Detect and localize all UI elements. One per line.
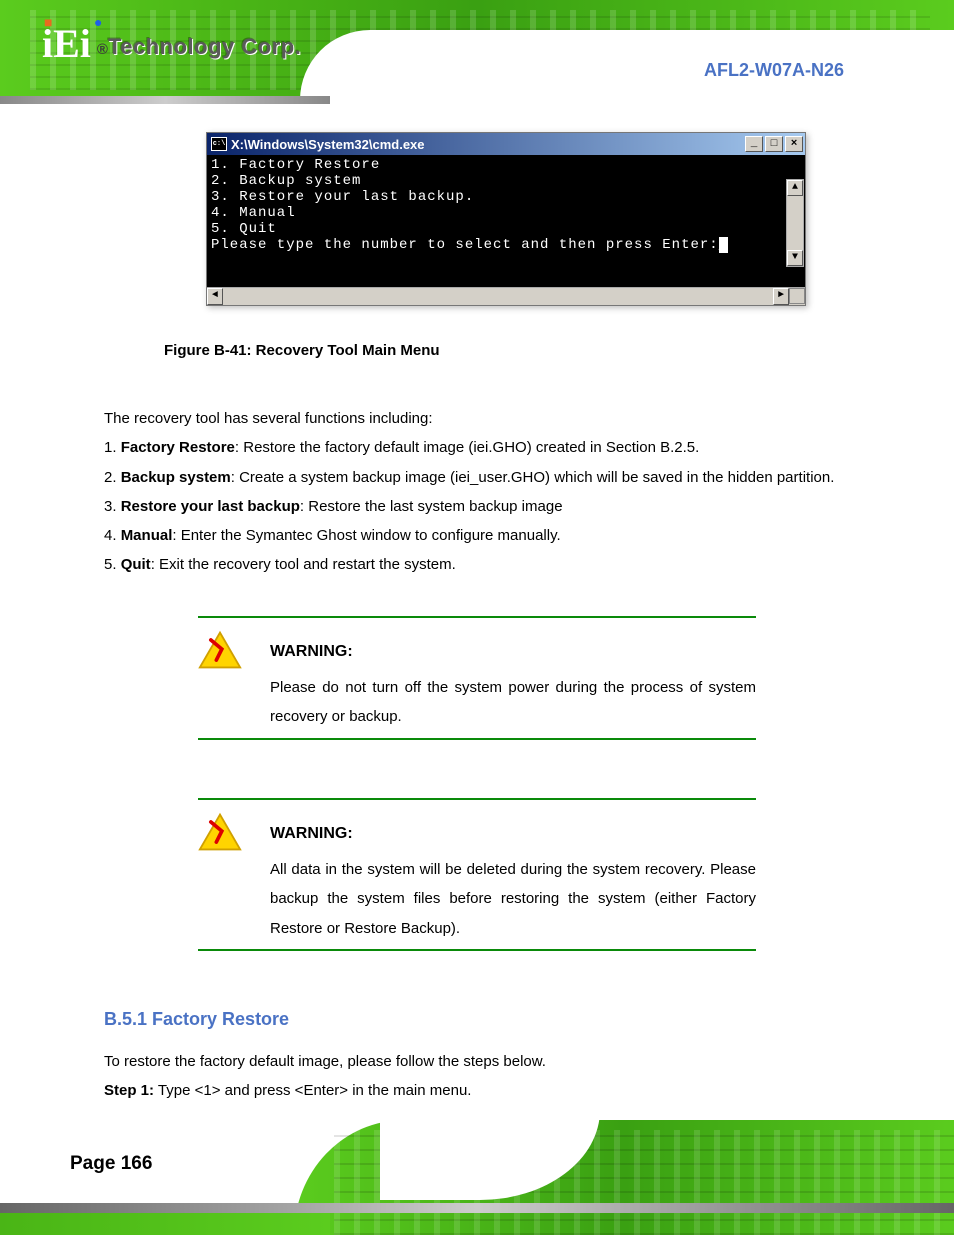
header-band — [0, 96, 330, 104]
cmd-output: 1. Factory Restore 2. Backup system 3. R… — [207, 155, 805, 287]
maximize-button[interactable]: □ — [765, 136, 783, 152]
minimize-button[interactable]: _ — [745, 136, 763, 152]
section-body: To restore the factory default image, pl… — [104, 1047, 844, 1076]
factory-restore-section: B.5.1 Factory Restore To restore the fac… — [104, 1002, 844, 1106]
warning-title: WARNING: — [270, 818, 756, 849]
warning-icon — [198, 630, 242, 670]
warning-icon — [198, 812, 242, 852]
scroll-down-icon[interactable]: ▼ — [787, 250, 803, 266]
cmd-titlebar: c:\ X:\Windows\System32\cmd.exe _ □ × — [207, 133, 805, 155]
horizontal-scrollbar[interactable]: ◄ ► — [207, 287, 805, 305]
scroll-up-icon[interactable]: ▲ — [787, 180, 803, 196]
list-item: 1. Factory Restore: Restore the factory … — [104, 433, 844, 462]
list-item: 2. Backup system: Create a system backup… — [104, 463, 844, 492]
warning-box-2: WARNING: All data in the system will be … — [198, 798, 756, 951]
warning-text: All data in the system will be deleted d… — [270, 855, 756, 943]
warning-box-1: WARNING: Please do not turn off the syst… — [198, 616, 756, 740]
vertical-scrollbar[interactable]: ▲ ▼ — [786, 179, 804, 267]
page-number: Page 166 — [70, 1153, 152, 1175]
list-item: 3. Restore your last backup: Restore the… — [104, 492, 844, 521]
logo-icon: ■●iEi — [42, 28, 91, 60]
intro-text: The recovery tool has several functions … — [104, 404, 844, 433]
cmd-title: X:\Windows\System32\cmd.exe — [231, 137, 743, 152]
brand-text: ®Technology Corp. — [97, 34, 301, 60]
footer-band — [0, 1203, 954, 1213]
step-line: Step 1: Type <1> and press <Enter> in th… — [104, 1076, 844, 1105]
list-item: 4. Manual: Enter the Symantec Ghost wind… — [104, 521, 844, 550]
cmd-window: c:\ X:\Windows\System32\cmd.exe _ □ × 1.… — [206, 132, 806, 306]
product-title: AFL2-W07A-N26 — [704, 60, 844, 81]
warning-title: WARNING: — [270, 636, 756, 667]
brand-block: ■●iEi ®Technology Corp. — [42, 28, 301, 60]
scroll-left-icon[interactable]: ◄ — [207, 288, 223, 305]
divider — [198, 738, 756, 740]
close-button[interactable]: × — [785, 136, 803, 152]
resize-grip-icon[interactable] — [789, 288, 805, 304]
scroll-right-icon[interactable]: ► — [773, 288, 789, 305]
header-curve — [300, 30, 954, 120]
list-item: 5. Quit: Exit the recovery tool and rest… — [104, 550, 844, 579]
figure-caption: Figure B-41: Recovery Tool Main Menu — [164, 342, 440, 359]
divider — [198, 949, 756, 951]
recovery-functions-block: The recovery tool has several functions … — [104, 404, 844, 580]
warning-text: Please do not turn off the system power … — [270, 673, 756, 732]
section-heading: B.5.1 Factory Restore — [104, 1002, 844, 1037]
cmd-app-icon: c:\ — [211, 137, 227, 151]
